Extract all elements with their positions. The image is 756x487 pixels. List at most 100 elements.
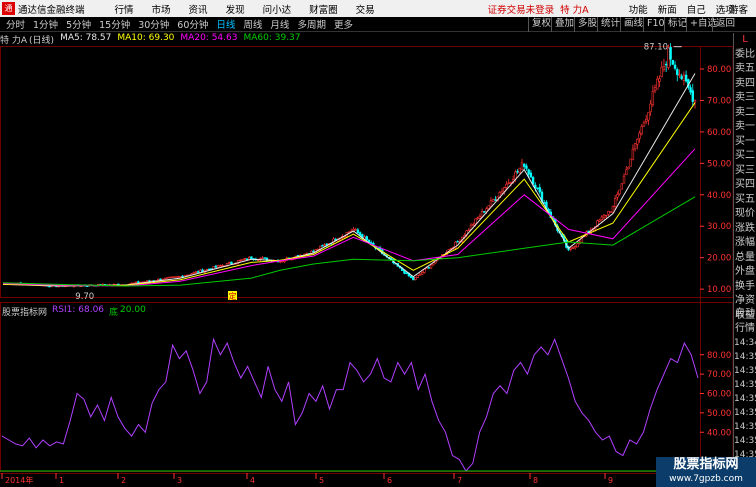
candle-body: [627, 166, 630, 170]
candle-body: [507, 182, 510, 184]
candle-body: [678, 74, 681, 76]
candle-body: [418, 273, 422, 276]
candle-body: [691, 90, 694, 102]
candle-body: [494, 199, 497, 201]
candle-body: [669, 46, 672, 60]
y-tick-label: 80.00: [707, 65, 731, 75]
candle-body: [483, 211, 486, 213]
rsi-bottom-value: 20.00: [120, 305, 146, 315]
candle-body: [420, 271, 424, 275]
quote-row-label: 买三: [735, 164, 755, 176]
candle-body: [423, 269, 426, 273]
candle-body: [516, 170, 519, 173]
candle-body: [159, 278, 162, 281]
tick-time: 14:34: [734, 338, 756, 348]
candle-body: [228, 262, 231, 264]
candle-body: [321, 245, 324, 247]
candle-body: [523, 163, 526, 167]
candle-body: [607, 211, 610, 215]
candle-body: [647, 112, 650, 121]
month-label: 2014年: [5, 475, 33, 485]
candle-body: [194, 271, 198, 274]
candle-body: [611, 205, 615, 213]
watermark: 股票指标网 www.7gpzb.com: [656, 457, 756, 487]
candle-body: [354, 229, 357, 231]
candle-body: [625, 169, 628, 176]
candle-body: [474, 218, 477, 225]
event-marker-label: 定: [229, 291, 237, 301]
quote-row-label: 卖四: [735, 77, 755, 89]
candle-body: [622, 175, 626, 184]
candle-body: [651, 91, 655, 105]
candle-body: [157, 278, 160, 281]
month-label: 6: [387, 476, 392, 485]
quote-row-label: L: [742, 34, 748, 45]
candle-body: [478, 216, 482, 219]
quote-row-label: 卖三: [735, 92, 755, 103]
rsi-indicator-name: 股票指标网: [2, 308, 48, 318]
ma-line-ma10: [2, 102, 696, 286]
month-label: 3: [177, 476, 182, 485]
candle-body: [518, 167, 521, 174]
candle-body: [476, 217, 479, 219]
candle-body: [165, 277, 169, 279]
candle-body: [525, 165, 528, 169]
candle-body: [514, 171, 517, 180]
candle-body: [263, 257, 266, 259]
quote-toggle[interactable]: 行情: [734, 322, 756, 337]
candle-body: [456, 241, 459, 243]
candle-body: [174, 276, 178, 278]
kline-chart[interactable]: 10.00 20.00 30.00 40.00 50.00 60.00 70.00 80.00…: [0, 0, 756, 487]
candle-body: [358, 232, 362, 236]
candle-body: [250, 256, 253, 260]
candle-body: [569, 247, 572, 250]
rsi-tick-label: 50.00: [707, 409, 731, 419]
tick-time: 14:35: [734, 394, 756, 404]
y-tick-label: 20.00: [707, 254, 731, 264]
candle-body: [48, 285, 51, 288]
ma-line-ma60: [2, 196, 696, 287]
candle-body: [645, 118, 648, 122]
rsi-legend: 股票指标网 RSI1: 68.06 底 20.00: [2, 305, 151, 318]
candle-body: [491, 199, 495, 202]
candle-body: [531, 177, 535, 185]
rsi-tick-label: 70.00: [707, 370, 731, 380]
candle-body: [642, 121, 646, 127]
candle-body: [631, 148, 635, 161]
candle-body: [168, 276, 171, 279]
auto-toggle[interactable]: 自动: [734, 307, 756, 322]
tick-time: 14:35: [734, 352, 756, 362]
candle-body: [693, 100, 697, 103]
quote-row-label: 换手: [735, 280, 755, 292]
candle-body: [662, 66, 666, 70]
candle-body: [172, 276, 175, 278]
candle-body: [323, 244, 326, 247]
tick-time: 14:35: [734, 380, 756, 390]
candle-body: [605, 214, 608, 217]
candle-body: [638, 132, 641, 139]
candle-body: [538, 187, 541, 193]
candle-body: [261, 257, 264, 259]
y-tick-label: 40.00: [707, 191, 731, 201]
tick-time: 14:35: [734, 366, 756, 376]
candle-body: [649, 103, 652, 113]
candle-body: [571, 247, 575, 249]
candle-body: [72, 285, 76, 288]
candle-body: [427, 267, 431, 269]
month-label: 4: [250, 476, 255, 485]
watermark-title: 股票指标网: [673, 457, 739, 472]
quote-row-label: 涨幅: [735, 237, 755, 248]
candle-body: [629, 158, 632, 167]
candle-body: [684, 74, 688, 82]
rsi-tick-label: 60.00: [707, 390, 731, 400]
candle-body: [145, 280, 149, 282]
candle-body: [365, 236, 368, 241]
candle-body: [673, 64, 677, 69]
candle-body: [467, 229, 470, 232]
quote-row-label: 涨跌: [735, 222, 755, 234]
candle-body: [208, 268, 211, 271]
candle-body: [214, 265, 218, 268]
tick-time: 14:35: [734, 436, 756, 446]
month-label: 2: [121, 476, 126, 485]
candle-body: [620, 183, 624, 190]
